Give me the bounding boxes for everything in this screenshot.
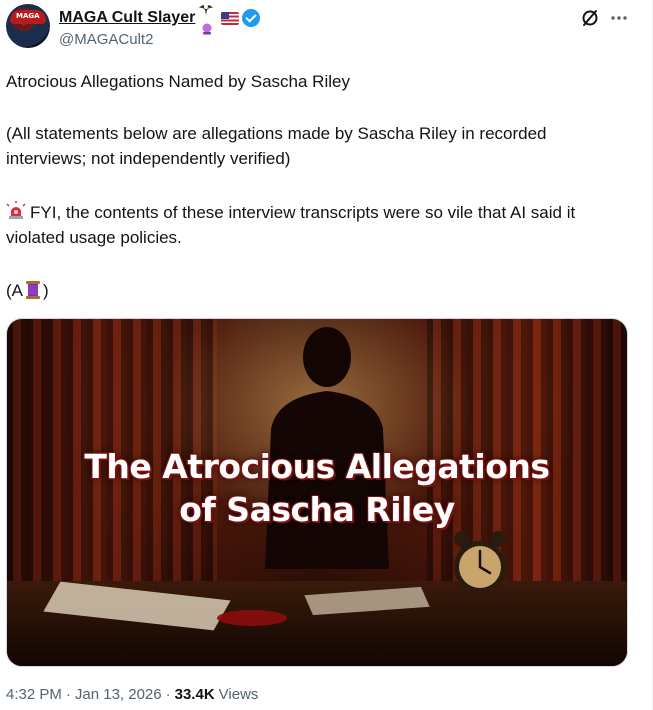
post-text-thread-marker: (A ) [6, 278, 631, 303]
media-title-overlay: The Atrocious Allegations of Sascha Rile… [7, 445, 627, 531]
author-display-name[interactable]: MAGA Cult Slayer [59, 9, 195, 27]
media-silhouette [265, 327, 389, 569]
crystal-ball-emoji-icon [202, 23, 212, 35]
thread-spool-emoji-icon [26, 281, 40, 299]
author-emoji-badges [198, 0, 218, 37]
meta-separator: · [65, 686, 71, 703]
author-handle[interactable]: @MAGACult2 [59, 31, 153, 48]
media-title-line1: The Atrocious Allegations [84, 447, 550, 486]
author-name-row: MAGA Cult Slayer [59, 5, 261, 35]
eagle-emoji-icon [199, 5, 214, 15]
author-avatar[interactable]: MAGA [6, 4, 50, 48]
media-wine-spill [217, 610, 287, 626]
media-title-line2: of Sascha Riley [179, 490, 455, 529]
alarm-clock-icon [454, 531, 506, 597]
verified-badge-icon[interactable] [242, 9, 261, 27]
post-time[interactable]: 4:32 PM [6, 686, 62, 703]
post-text-disclaimer: (All statements below are allegations ma… [6, 124, 547, 168]
post-metadata: 4:32 PM · Jan 13, 2026 · 33.4K Views [6, 686, 258, 703]
avatar-cap-text: MAGA [16, 12, 40, 20]
post-text-fyi: FYI, the contents of these interview tra… [6, 200, 631, 250]
post-container: MAGA MAGA Cult Slayer @MAGACult2 Atrocio… [0, 0, 653, 710]
views-count[interactable]: 33.4K [175, 686, 215, 703]
thread-marker-close: ) [43, 281, 49, 300]
grok-icon[interactable] [580, 8, 600, 28]
siren-emoji-icon [6, 201, 26, 221]
post-text-title: Atrocious Allegations Named by Sascha Ri… [6, 72, 350, 91]
meta-separator: · [165, 686, 171, 703]
more-options-icon[interactable] [609, 8, 629, 28]
post-media-image[interactable]: The Atrocious Allegations of Sascha Rile… [6, 318, 628, 667]
post-date[interactable]: Jan 13, 2026 [75, 686, 162, 703]
post-text-fyi-content: FYI, the contents of these interview tra… [6, 203, 576, 247]
views-label: Views [218, 686, 259, 703]
thread-marker-open: (A [6, 281, 23, 300]
us-flag-icon [221, 11, 240, 25]
